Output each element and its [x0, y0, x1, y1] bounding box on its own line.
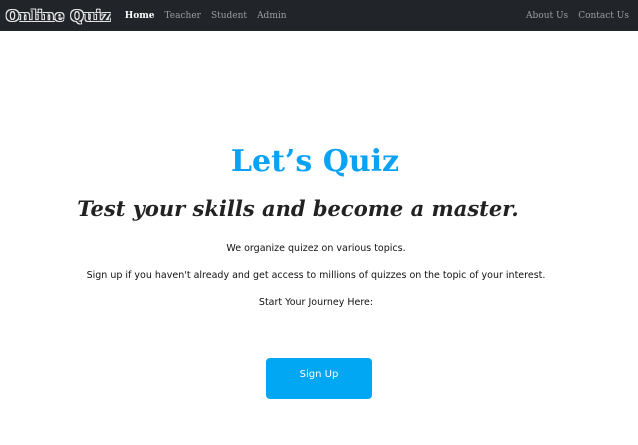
- sign-up-button[interactable]: Sign Up: [266, 358, 372, 399]
- top-navbar: Online Quiz Home Teacher Student Admin A…: [0, 0, 638, 31]
- brand-logo[interactable]: Online Quiz: [6, 7, 111, 25]
- intro-text: We organize quizez on various topics.: [226, 243, 406, 254]
- nav-link-teacher[interactable]: Teacher: [165, 11, 201, 21]
- nav-right-links: About Us Contact Us: [516, 11, 629, 21]
- hero-title: Let’s Quiz: [230, 144, 400, 179]
- nav-link-about-us[interactable]: About Us: [526, 11, 568, 21]
- nav-link-admin[interactable]: Admin: [257, 11, 286, 21]
- nav-link-contact-us[interactable]: Contact Us: [578, 11, 629, 21]
- nav-link-home[interactable]: Home: [125, 11, 155, 21]
- journey-text: Start Your Journey Here:: [258, 297, 374, 308]
- nav-left-links: Home Teacher Student Admin: [125, 11, 297, 21]
- nav-link-student[interactable]: Student: [211, 11, 247, 21]
- hero-tagline: Test your skills and become a master.: [77, 196, 519, 221]
- signup-prompt-text: Sign up if you haven't already and get a…: [86, 270, 546, 281]
